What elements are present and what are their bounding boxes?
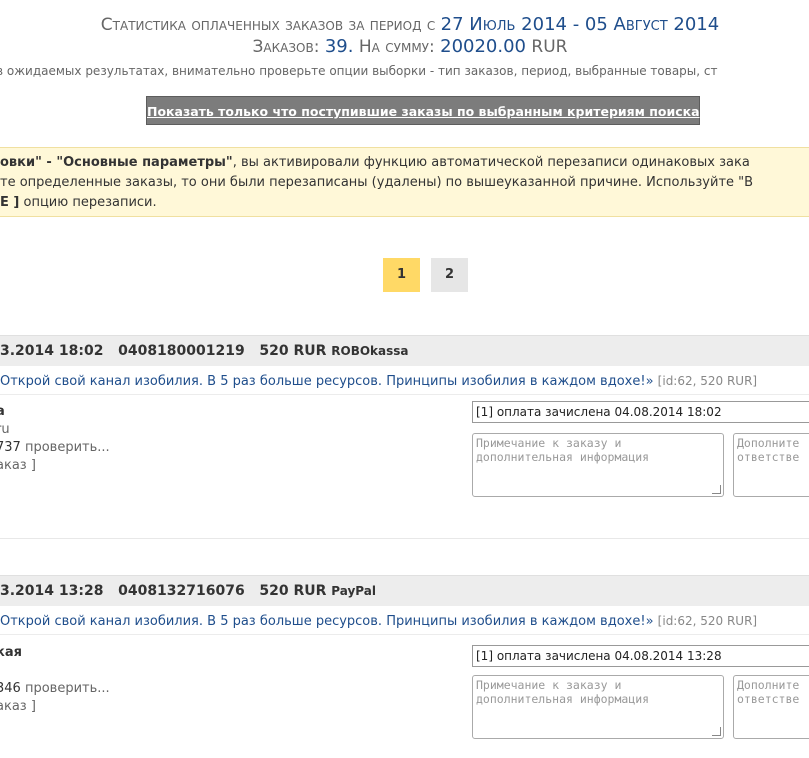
customer-phone: 737 (0, 440, 21, 455)
note-placeholder: Примечание к заказу и дополнительная инф… (476, 436, 650, 464)
page-1-button[interactable]: 1 (383, 258, 420, 292)
order-note-textarea[interactable]: Примечание к заказу и дополнительная инф… (472, 675, 724, 739)
customer-phone: 346 (0, 681, 21, 696)
resize-grip-icon[interactable] (712, 485, 721, 494)
product-title[interactable]: Открой свой канал изобилия. В 5 раз боль… (0, 374, 654, 389)
stats-title: Статистика оплаченных заказов за период … (0, 14, 809, 35)
resize-grip-icon[interactable] (712, 727, 721, 736)
customer-name: кая (0, 645, 22, 660)
order-status-select[interactable]: [1] оплата зачислена 04.08.2014 18:02 (472, 401, 809, 423)
order-datetime: 3.2014 13:28 (0, 583, 104, 599)
product-meta: [id:62, 520 RUR] (657, 374, 758, 388)
order-note-textarea[interactable]: Примечание к заказу и дополнительная инф… (472, 433, 724, 497)
note-placeholder: Примечание к заказу и дополнительная инф… (476, 678, 650, 706)
order-link[interactable]: аказ ] (0, 699, 36, 714)
overwrite-warning: овки" - "Основные параметры", вы активир… (0, 147, 809, 217)
sum-value: 20020.00 (440, 36, 527, 57)
customer-name: a (0, 404, 5, 419)
check-link[interactable]: проверить... (25, 681, 110, 696)
order-status-select[interactable]: [1] оплата зачислена 04.08.2014 13:28 (472, 645, 809, 667)
order-product: Открой свой канал изобилия. В 5 раз боль… (0, 368, 809, 395)
warning-line-3: E ] опцию перезаписи. (0, 195, 157, 210)
show-new-orders-button[interactable]: Показать только что поступившие заказы п… (146, 96, 700, 125)
extra-placeholder: Дополните ответстве (737, 436, 800, 464)
warning-line-2: те определенные заказы, то они были пере… (0, 175, 754, 190)
stats-period: 27 Июль 2014 - 05 Август 2014 (440, 14, 720, 35)
order-extra-textarea[interactable]: Дополните ответстве (733, 433, 809, 497)
orders-count: 39. (324, 36, 354, 57)
order-id: 0408132716076 (118, 583, 245, 599)
order-datetime: 3.2014 18:02 (0, 343, 104, 359)
order-amount: 520 RUR (259, 343, 327, 359)
order-separator (0, 538, 809, 539)
order-amount: 520 RUR (259, 583, 327, 599)
order-header: 3.2014 13:28 0408132716076 520 RUR PayPa… (0, 575, 809, 606)
product-title[interactable]: Открой свой канал изобилия. В 5 раз боль… (0, 614, 654, 629)
order-id: 0408180001219 (118, 343, 245, 359)
product-meta: [id:62, 520 RUR] (657, 614, 758, 628)
customer-email: ru (0, 422, 10, 437)
order-header: 3.2014 18:02 0408180001219 520 RUR ROBOk… (0, 335, 809, 366)
order-extra-textarea[interactable]: Дополните ответстве (733, 675, 809, 739)
payment-method: ROBOkassa (331, 344, 409, 358)
page-2-button[interactable]: 2 (431, 258, 468, 292)
selection-hint: в ожидаемых результатах, внимательно про… (0, 64, 718, 78)
currency-label: RUR (531, 37, 568, 57)
extra-placeholder: Дополните ответстве (737, 678, 800, 706)
payment-method: PayPal (331, 584, 376, 598)
customer-phone-row: 346 проверить... (0, 681, 110, 696)
order-product: Открой свой канал изобилия. В 5 раз боль… (0, 608, 809, 635)
check-link[interactable]: проверить... (25, 440, 110, 455)
sum-label: На сумму: (358, 37, 435, 57)
customer-phone-row: 737 проверить... (0, 440, 110, 455)
warning-line-1: овки" - "Основные параметры", вы активир… (0, 155, 750, 170)
order-link[interactable]: аказ ] (0, 458, 36, 473)
orders-label: Заказов: (252, 37, 320, 57)
stats-title-prefix: Статистика оплаченных заказов за период … (100, 15, 436, 35)
stats-summary: Заказов: 39. На сумму: 20020.00 RUR (0, 36, 809, 57)
